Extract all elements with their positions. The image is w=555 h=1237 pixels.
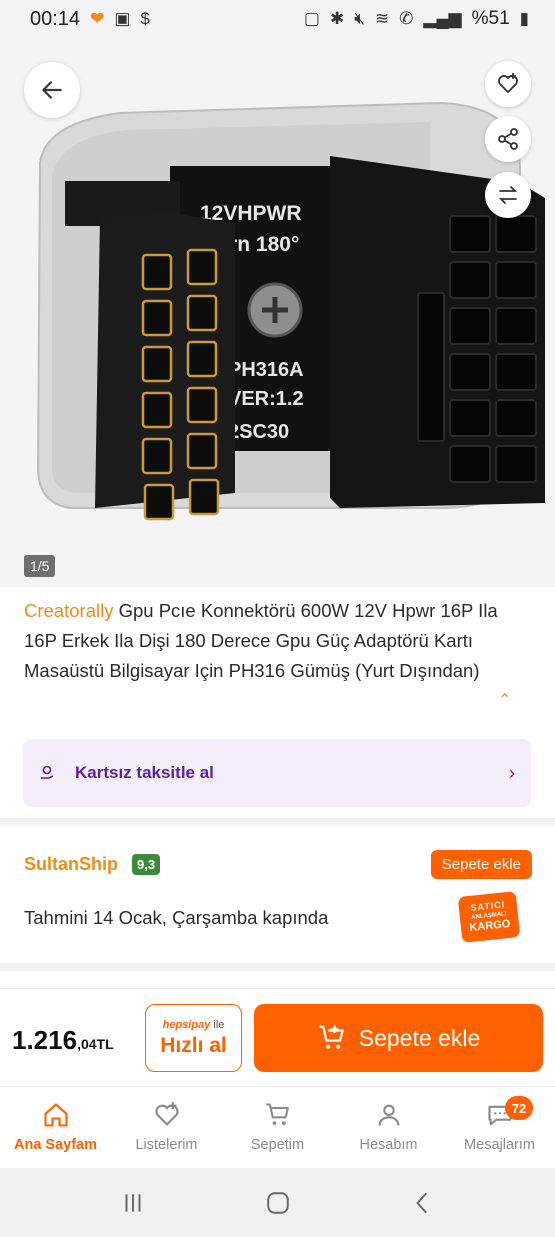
section-divider <box>0 963 555 971</box>
cart-icon <box>265 1103 289 1126</box>
product-image-gallery[interactable]: 12VHPWR Turn 180° PH316A VER:1.2 2SC30 1… <box>0 38 555 587</box>
nav-item-messages[interactable]: 72 Mesajlarım <box>444 1087 555 1168</box>
product-brand-link[interactable]: Creatorally <box>24 600 113 621</box>
messages-count-badge: 72 <box>505 1096 533 1120</box>
status-time: 00:14 <box>30 7 81 30</box>
board-text-3: PH316A <box>228 359 304 381</box>
price-decimal: ,04TL <box>77 1036 114 1052</box>
seller-row: SultanShip 9,3 Sepete ekle <box>24 849 532 879</box>
image-page-indicator: 1/5 <box>24 555 56 577</box>
nav-item-cart[interactable]: Sepetim <box>222 1087 333 1168</box>
seller-cargo-badge: SATICI ANLAŞMALI KARGO <box>457 891 521 943</box>
signal-icon: ▂▄▆ <box>423 9 462 28</box>
bluetooth-icon: ✱ <box>329 9 345 28</box>
fast-buy-button[interactable]: hepsipay ile Hızlı al <box>145 1004 242 1072</box>
status-bar: 00:14 ❤ ▣ $ ▢ ✱ 🔇︎ ≋ ✆ ▂▄▆ %51 ▮ <box>0 0 555 38</box>
product-title: Creatorally Gpu Pcıe Konnektörü 600W 12V… <box>24 596 514 686</box>
seller-add-to-cart-button[interactable]: Sepete ekle <box>430 849 532 879</box>
share-button[interactable] <box>485 116 531 162</box>
chevron-right-icon: › <box>509 762 515 783</box>
battery-icon: ▮ <box>519 9 529 28</box>
delivery-estimate: Tahmini 14 Ocak, Çarşamba kapında <box>24 907 329 928</box>
home-button-icon[interactable] <box>265 1190 291 1216</box>
price: 1.216,04TL <box>12 1025 114 1056</box>
compare-button[interactable] <box>485 172 531 218</box>
installment-label: Kartsız taksitle al <box>75 763 214 782</box>
add-to-list-button[interactable] <box>485 61 531 107</box>
arrow-left-icon <box>42 81 62 99</box>
nav-label-cart: Sepetim <box>250 1137 305 1153</box>
board-text-5: 2SC30 <box>228 421 289 443</box>
mute-icon: 🔇︎ <box>354 9 365 28</box>
chevron-up-icon[interactable]: ⌃ <box>498 690 511 710</box>
heart-list-icon <box>154 1102 179 1126</box>
nav-label-lists: Listelerim <box>135 1137 198 1153</box>
installment-banner[interactable]: Kartsız taksitle al › <box>23 739 531 807</box>
nav-item-lists[interactable]: Listelerim <box>111 1087 222 1168</box>
add-to-cart-button[interactable]: Sepete ekle <box>254 1004 543 1072</box>
nav-item-home[interactable]: Ana Sayfam <box>0 1087 111 1168</box>
board-text-4: VER:1.2 <box>228 388 304 410</box>
battery-level: %51 <box>471 8 510 29</box>
nav-item-account[interactable]: Hesabım <box>333 1087 444 1168</box>
back-nav-icon[interactable] <box>410 1190 436 1216</box>
nav-label-messages: Mesajlarım <box>464 1137 535 1153</box>
bottom-nav: Ana Sayfam Listelerim Sepetim Hesabım 72… <box>0 1086 555 1168</box>
hepsipay-label: hepsipay ile <box>162 1018 225 1031</box>
dollar-notification-icon: $ <box>140 9 150 28</box>
nav-label-account: Hesabım <box>359 1137 418 1153</box>
user-icon <box>378 1104 399 1126</box>
android-nav-bar <box>0 1168 555 1237</box>
recent-apps-icon[interactable] <box>120 1190 146 1216</box>
home-icon <box>43 1103 68 1127</box>
seller-name-link[interactable]: SultanShip <box>24 854 118 875</box>
section-divider <box>0 818 555 826</box>
fast-buy-label: Hızlı al <box>160 1033 227 1057</box>
seller-score-badge: 9,3 <box>132 853 161 875</box>
coin-hand-icon <box>41 765 54 779</box>
wifi-icon: ≋ <box>374 9 390 28</box>
gallery-notification-icon: ▣ <box>114 9 131 28</box>
heart-list-icon <box>498 73 518 94</box>
share-icon <box>498 128 518 150</box>
nav-label-home: Ana Sayfam <box>13 1137 97 1153</box>
add-to-cart-label: Sepete ekle <box>358 1024 481 1051</box>
swap-arrows-icon <box>498 186 518 204</box>
product-image: 12VHPWR Turn 180° PH316A VER:1.2 2SC30 <box>36 101 545 521</box>
back-button[interactable] <box>24 62 80 118</box>
cart-plus-icon <box>319 1025 344 1049</box>
buy-bar: 1.216,04TL hepsipay ile Hızlı al Sepete … <box>0 988 555 1086</box>
call-icon: ✆ <box>399 9 414 28</box>
app-notification-icon: ❤ <box>90 9 105 28</box>
nfc-icon: ▢ <box>303 9 320 28</box>
price-main: 1.216 <box>12 1025 78 1055</box>
